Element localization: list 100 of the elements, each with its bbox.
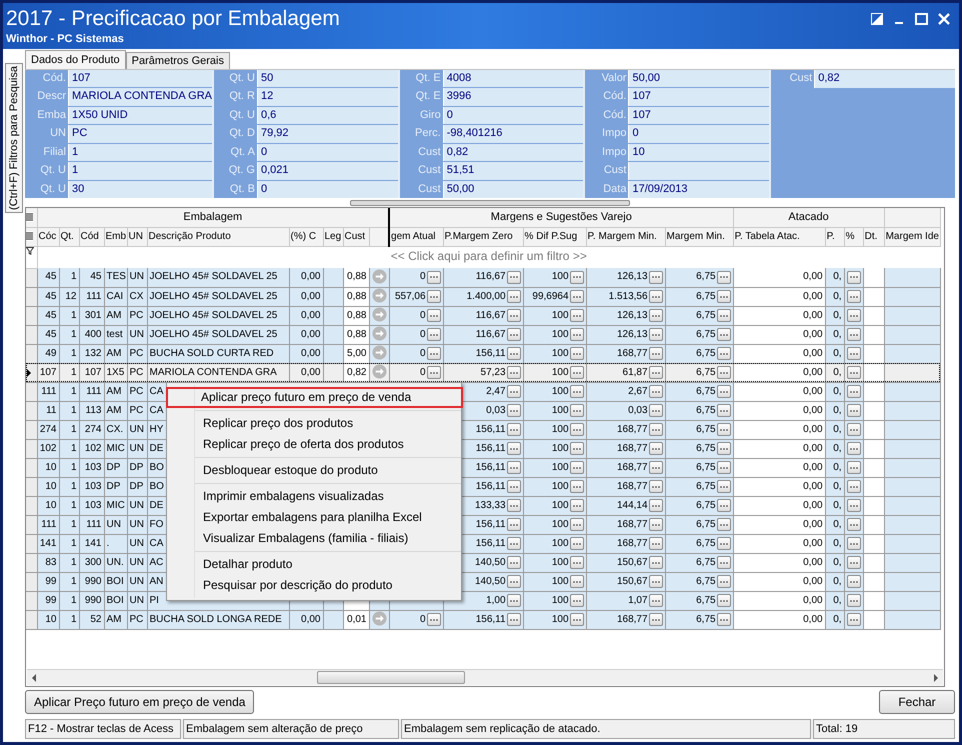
more-button[interactable] bbox=[506, 575, 521, 588]
more-button[interactable] bbox=[847, 309, 862, 322]
menu-item[interactable]: Desbloquear estoque do produto bbox=[195, 460, 461, 481]
more-button[interactable] bbox=[570, 404, 584, 417]
column-header[interactable]: Dt. bbox=[864, 231, 878, 242]
more-button[interactable] bbox=[506, 499, 521, 512]
more-button[interactable] bbox=[570, 328, 584, 341]
more-button[interactable] bbox=[570, 309, 584, 322]
more-button[interactable] bbox=[506, 290, 521, 303]
more-button[interactable] bbox=[648, 613, 663, 626]
menu-item[interactable]: Replicar preço dos produtos bbox=[195, 413, 461, 434]
menu-item[interactable]: Pesquisar por descrição do produto bbox=[195, 575, 461, 596]
restore-icon[interactable] bbox=[871, 13, 883, 25]
more-button[interactable] bbox=[648, 328, 663, 341]
more-button[interactable] bbox=[570, 385, 584, 398]
arrow-right-icon[interactable] bbox=[372, 364, 387, 380]
menu-item[interactable]: Exportar embalagens para planilha Excel bbox=[195, 507, 461, 528]
more-button[interactable] bbox=[648, 309, 663, 322]
more-button[interactable] bbox=[426, 309, 441, 322]
more-button[interactable] bbox=[570, 594, 584, 607]
column-header[interactable]: P. Tabela Atac. bbox=[734, 231, 800, 242]
more-button[interactable] bbox=[648, 385, 663, 398]
more-button[interactable] bbox=[648, 347, 663, 360]
more-button[interactable] bbox=[648, 461, 663, 474]
menu-item[interactable]: Visualizar Embalagens (familia - filiais) bbox=[195, 528, 461, 549]
more-button[interactable] bbox=[716, 404, 731, 417]
more-button[interactable] bbox=[506, 461, 521, 474]
more-button[interactable] bbox=[716, 328, 731, 341]
close-button[interactable]: Fechar bbox=[879, 690, 955, 714]
arrow-right-icon[interactable] bbox=[372, 345, 387, 360]
column-header[interactable]: Leg bbox=[324, 231, 342, 242]
more-button[interactable] bbox=[570, 347, 584, 360]
more-button[interactable] bbox=[570, 442, 584, 455]
arrow-right-icon[interactable] bbox=[372, 326, 387, 342]
more-button[interactable] bbox=[506, 518, 521, 531]
column-header[interactable]: gem Atual bbox=[391, 231, 436, 242]
more-button[interactable] bbox=[648, 442, 663, 455]
more-button[interactable] bbox=[716, 347, 731, 360]
more-button[interactable] bbox=[716, 499, 731, 512]
more-button[interactable] bbox=[648, 366, 663, 379]
more-button[interactable] bbox=[847, 328, 862, 341]
filter-icon[interactable] bbox=[26, 246, 34, 254]
more-button[interactable] bbox=[506, 613, 521, 626]
more-button[interactable] bbox=[648, 290, 663, 303]
column-header[interactable]: P. bbox=[826, 231, 835, 242]
more-button[interactable] bbox=[847, 556, 862, 569]
more-button[interactable] bbox=[570, 537, 584, 550]
menu-item[interactable]: Imprimir embalagens visualizadas bbox=[195, 486, 461, 507]
more-button[interactable] bbox=[716, 537, 731, 550]
scroll-right-icon[interactable] bbox=[933, 674, 939, 682]
more-button[interactable] bbox=[716, 613, 731, 626]
more-button[interactable] bbox=[570, 423, 584, 436]
column-header[interactable]: Margem Ide bbox=[886, 231, 939, 242]
more-button[interactable] bbox=[570, 366, 584, 379]
arrow-right-icon[interactable] bbox=[372, 288, 387, 304]
column-header[interactable]: Margem Min. bbox=[666, 231, 725, 242]
more-button[interactable] bbox=[570, 518, 584, 531]
more-button[interactable] bbox=[426, 270, 441, 284]
column-header[interactable]: (%) C bbox=[290, 231, 316, 242]
maximize-icon[interactable] bbox=[915, 13, 928, 25]
scroll-left-icon[interactable] bbox=[31, 674, 37, 682]
column-header[interactable]: Descrição Produto bbox=[148, 231, 231, 242]
more-button[interactable] bbox=[426, 290, 441, 303]
more-button[interactable] bbox=[716, 309, 731, 322]
list-icon[interactable] bbox=[26, 212, 33, 222]
more-button[interactable] bbox=[716, 366, 731, 379]
more-button[interactable] bbox=[847, 480, 862, 493]
more-button[interactable] bbox=[847, 366, 862, 379]
more-button[interactable] bbox=[506, 480, 521, 493]
column-header[interactable]: P. Margem Min. bbox=[588, 231, 657, 242]
more-button[interactable] bbox=[648, 270, 663, 284]
more-button[interactable] bbox=[847, 442, 862, 455]
more-button[interactable] bbox=[570, 290, 584, 303]
column-header[interactable]: Cóc bbox=[38, 231, 56, 242]
more-button[interactable] bbox=[648, 575, 663, 588]
scrollbar-thumb[interactable] bbox=[317, 671, 465, 684]
more-button[interactable] bbox=[648, 556, 663, 569]
more-button[interactable] bbox=[506, 537, 521, 550]
more-button[interactable] bbox=[716, 385, 731, 398]
more-button[interactable] bbox=[716, 480, 731, 493]
more-button[interactable] bbox=[426, 347, 441, 360]
more-button[interactable] bbox=[847, 537, 862, 550]
more-button[interactable] bbox=[506, 328, 521, 341]
more-button[interactable] bbox=[506, 442, 521, 455]
more-button[interactable] bbox=[648, 423, 663, 436]
side-tab[interactable]: (Ctrl+F) Filtros para Pesquisa bbox=[5, 63, 23, 213]
more-button[interactable] bbox=[570, 499, 584, 512]
more-button[interactable] bbox=[570, 461, 584, 474]
tab[interactable]: Parâmetros Gerais bbox=[126, 52, 230, 69]
column-header[interactable]: P.Margem Zero bbox=[444, 231, 513, 242]
more-button[interactable] bbox=[426, 366, 441, 379]
apply-future-price-button[interactable]: Aplicar Preço futuro em preço de venda bbox=[25, 690, 254, 714]
arrow-right-icon[interactable] bbox=[372, 307, 387, 322]
more-button[interactable] bbox=[847, 594, 862, 607]
more-button[interactable] bbox=[506, 366, 521, 379]
column-header[interactable]: Cust bbox=[344, 231, 366, 242]
more-button[interactable] bbox=[506, 404, 521, 417]
more-button[interactable] bbox=[847, 518, 862, 531]
more-button[interactable] bbox=[426, 613, 441, 626]
more-button[interactable] bbox=[847, 613, 862, 626]
